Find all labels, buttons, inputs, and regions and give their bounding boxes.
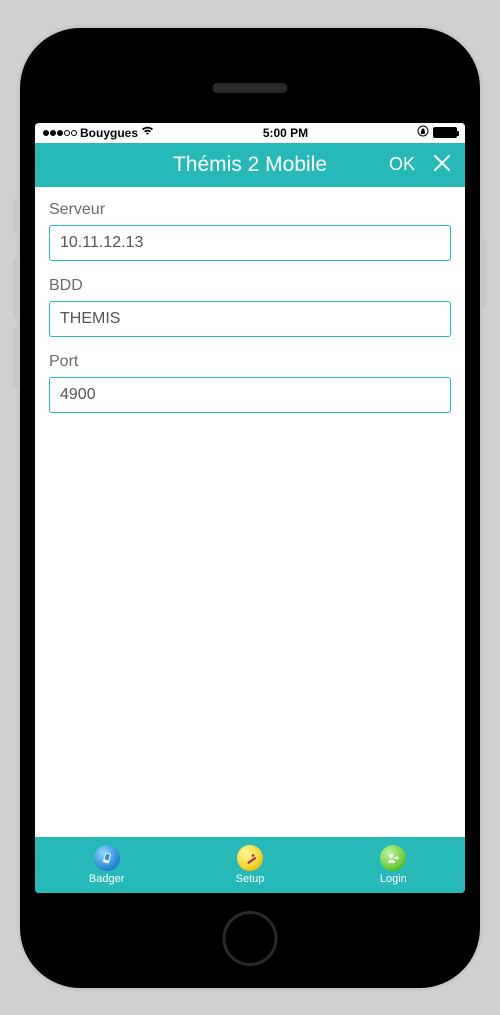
login-icon <box>380 845 406 871</box>
orientation-lock-icon <box>417 125 429 140</box>
tab-setup-label: Setup <box>236 873 265 885</box>
form-content: Serveur BDD Port <box>35 187 465 837</box>
battery-icon <box>433 127 457 138</box>
tab-login[interactable]: Login <box>322 845 465 885</box>
status-time: 5:00 PM <box>263 126 308 140</box>
field-bdd: BDD <box>49 277 451 337</box>
bdd-label: BDD <box>49 277 451 295</box>
tab-setup[interactable]: Setup <box>178 845 321 885</box>
signal-dots <box>43 130 77 136</box>
bdd-input[interactable] <box>49 301 451 337</box>
field-port: Port <box>49 353 451 413</box>
screen: Bouygues 5:00 PM Thémis 2 Mobile OK <box>35 123 465 893</box>
field-serveur: Serveur <box>49 201 451 261</box>
carrier-label: Bouygues <box>80 126 138 140</box>
status-right <box>417 125 457 140</box>
phone-frame: Bouygues 5:00 PM Thémis 2 Mobile OK <box>20 28 480 988</box>
port-label: Port <box>49 353 451 371</box>
status-bar: Bouygues 5:00 PM <box>35 123 465 143</box>
serveur-label: Serveur <box>49 201 451 219</box>
volume-down <box>13 328 20 388</box>
page-title: Thémis 2 Mobile <box>173 153 327 177</box>
close-button[interactable] <box>431 154 453 176</box>
volume-up <box>13 258 20 318</box>
status-left: Bouygues <box>43 126 154 140</box>
serveur-input[interactable] <box>49 225 451 261</box>
tab-bar: Badger Setup Login <box>35 837 465 893</box>
port-input[interactable] <box>49 377 451 413</box>
app-header: Thémis 2 Mobile OK <box>35 143 465 187</box>
badger-icon <box>94 845 120 871</box>
setup-icon <box>237 845 263 871</box>
mute-switch <box>13 198 20 233</box>
tab-badger[interactable]: Badger <box>35 845 178 885</box>
wifi-icon <box>141 126 154 139</box>
tab-badger-label: Badger <box>89 873 124 885</box>
speaker <box>213 83 288 93</box>
tab-login-label: Login <box>380 873 407 885</box>
ok-button[interactable]: OK <box>389 154 415 175</box>
close-icon <box>432 153 452 176</box>
home-button[interactable] <box>223 911 278 966</box>
power-button <box>480 238 487 308</box>
